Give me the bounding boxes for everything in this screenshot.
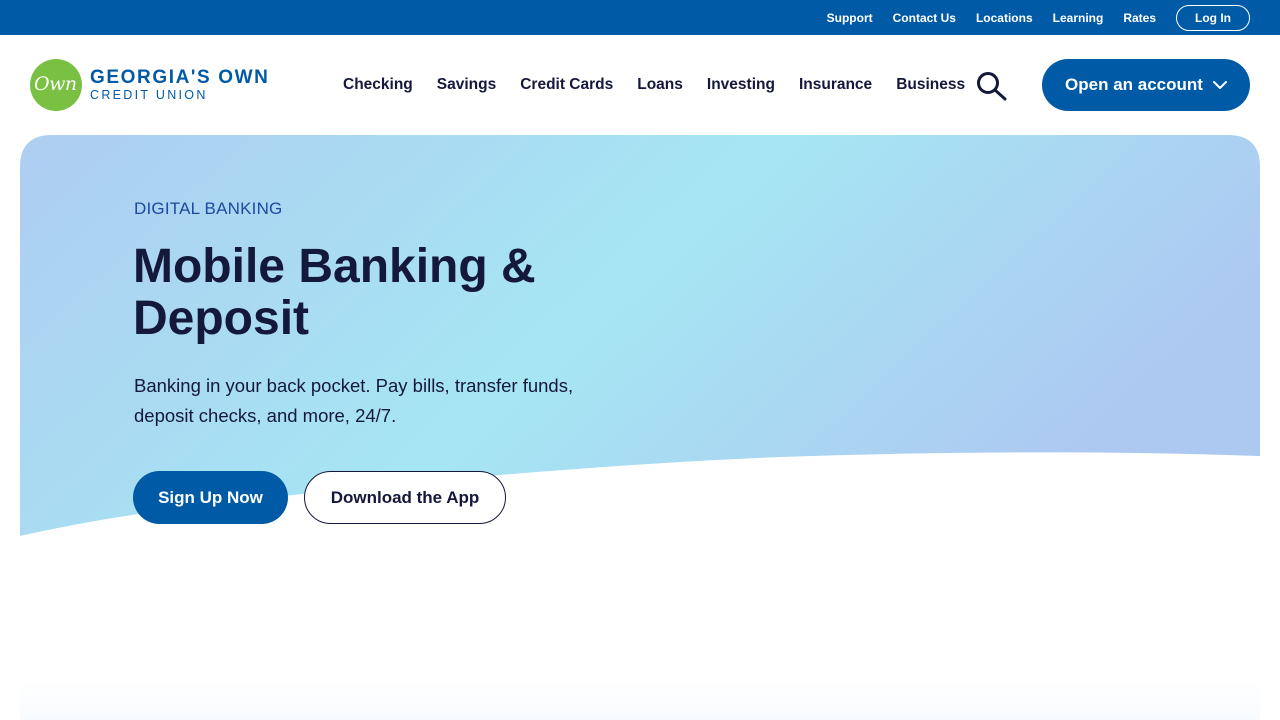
- hero-description: Banking in your back pocket. Pay bills, …: [134, 375, 574, 426]
- utility-link-contact-us[interactable]: Contact Us: [893, 11, 956, 25]
- nav-item-savings[interactable]: Savings: [437, 76, 496, 94]
- open-account-button[interactable]: Open an account: [1042, 59, 1250, 111]
- login-button[interactable]: Log In: [1176, 4, 1250, 31]
- logo-mark: Own: [30, 59, 82, 111]
- nav-item-business[interactable]: Business: [896, 76, 965, 94]
- utility-link-support[interactable]: Support: [827, 11, 873, 25]
- nav-item-loans[interactable]: Loans: [637, 76, 683, 94]
- nav-item-insurance[interactable]: Insurance: [799, 76, 872, 94]
- site-header: Own GEORGIA'S OWN CREDIT UNION Checking …: [0, 35, 1280, 135]
- chevron-down-icon: [1212, 80, 1227, 90]
- utility-links: Support Contact Us Locations Learning Ra…: [827, 0, 1280, 35]
- open-account-label: Open an account: [1065, 75, 1203, 94]
- download-app-button[interactable]: Download the App: [304, 471, 506, 524]
- nav-item-credit-cards[interactable]: Credit Cards: [520, 76, 613, 94]
- next-section-edge: [20, 680, 1260, 720]
- search-icon[interactable]: [976, 71, 1008, 101]
- logo-subname: CREDIT UNION: [90, 88, 208, 103]
- logo-mark-text: Own: [34, 73, 77, 95]
- utility-link-locations[interactable]: Locations: [976, 11, 1033, 25]
- hero-eyebrow: DIGITAL BANKING: [134, 199, 283, 218]
- logo-name: GEORGIA'S OWN: [90, 67, 270, 89]
- page-title: Mobile Banking & Deposit: [133, 240, 536, 345]
- utility-link-learning[interactable]: Learning: [1053, 11, 1104, 25]
- sign-up-button[interactable]: Sign Up Now: [133, 471, 288, 524]
- utility-link-rates[interactable]: Rates: [1123, 11, 1156, 25]
- main-nav: Checking Savings Credit Cards Loans Inve…: [343, 35, 965, 135]
- logo[interactable]: Own GEORGIA'S OWN CREDIT UNION: [30, 59, 269, 111]
- nav-item-investing[interactable]: Investing: [707, 76, 775, 94]
- logo-text: GEORGIA'S OWN CREDIT UNION: [90, 68, 269, 102]
- utility-bar: Support Contact Us Locations Learning Ra…: [0, 0, 1280, 35]
- hero-section: DIGITAL BANKING Mobile Banking & Deposit…: [20, 135, 1260, 537]
- nav-item-checking[interactable]: Checking: [343, 76, 413, 94]
